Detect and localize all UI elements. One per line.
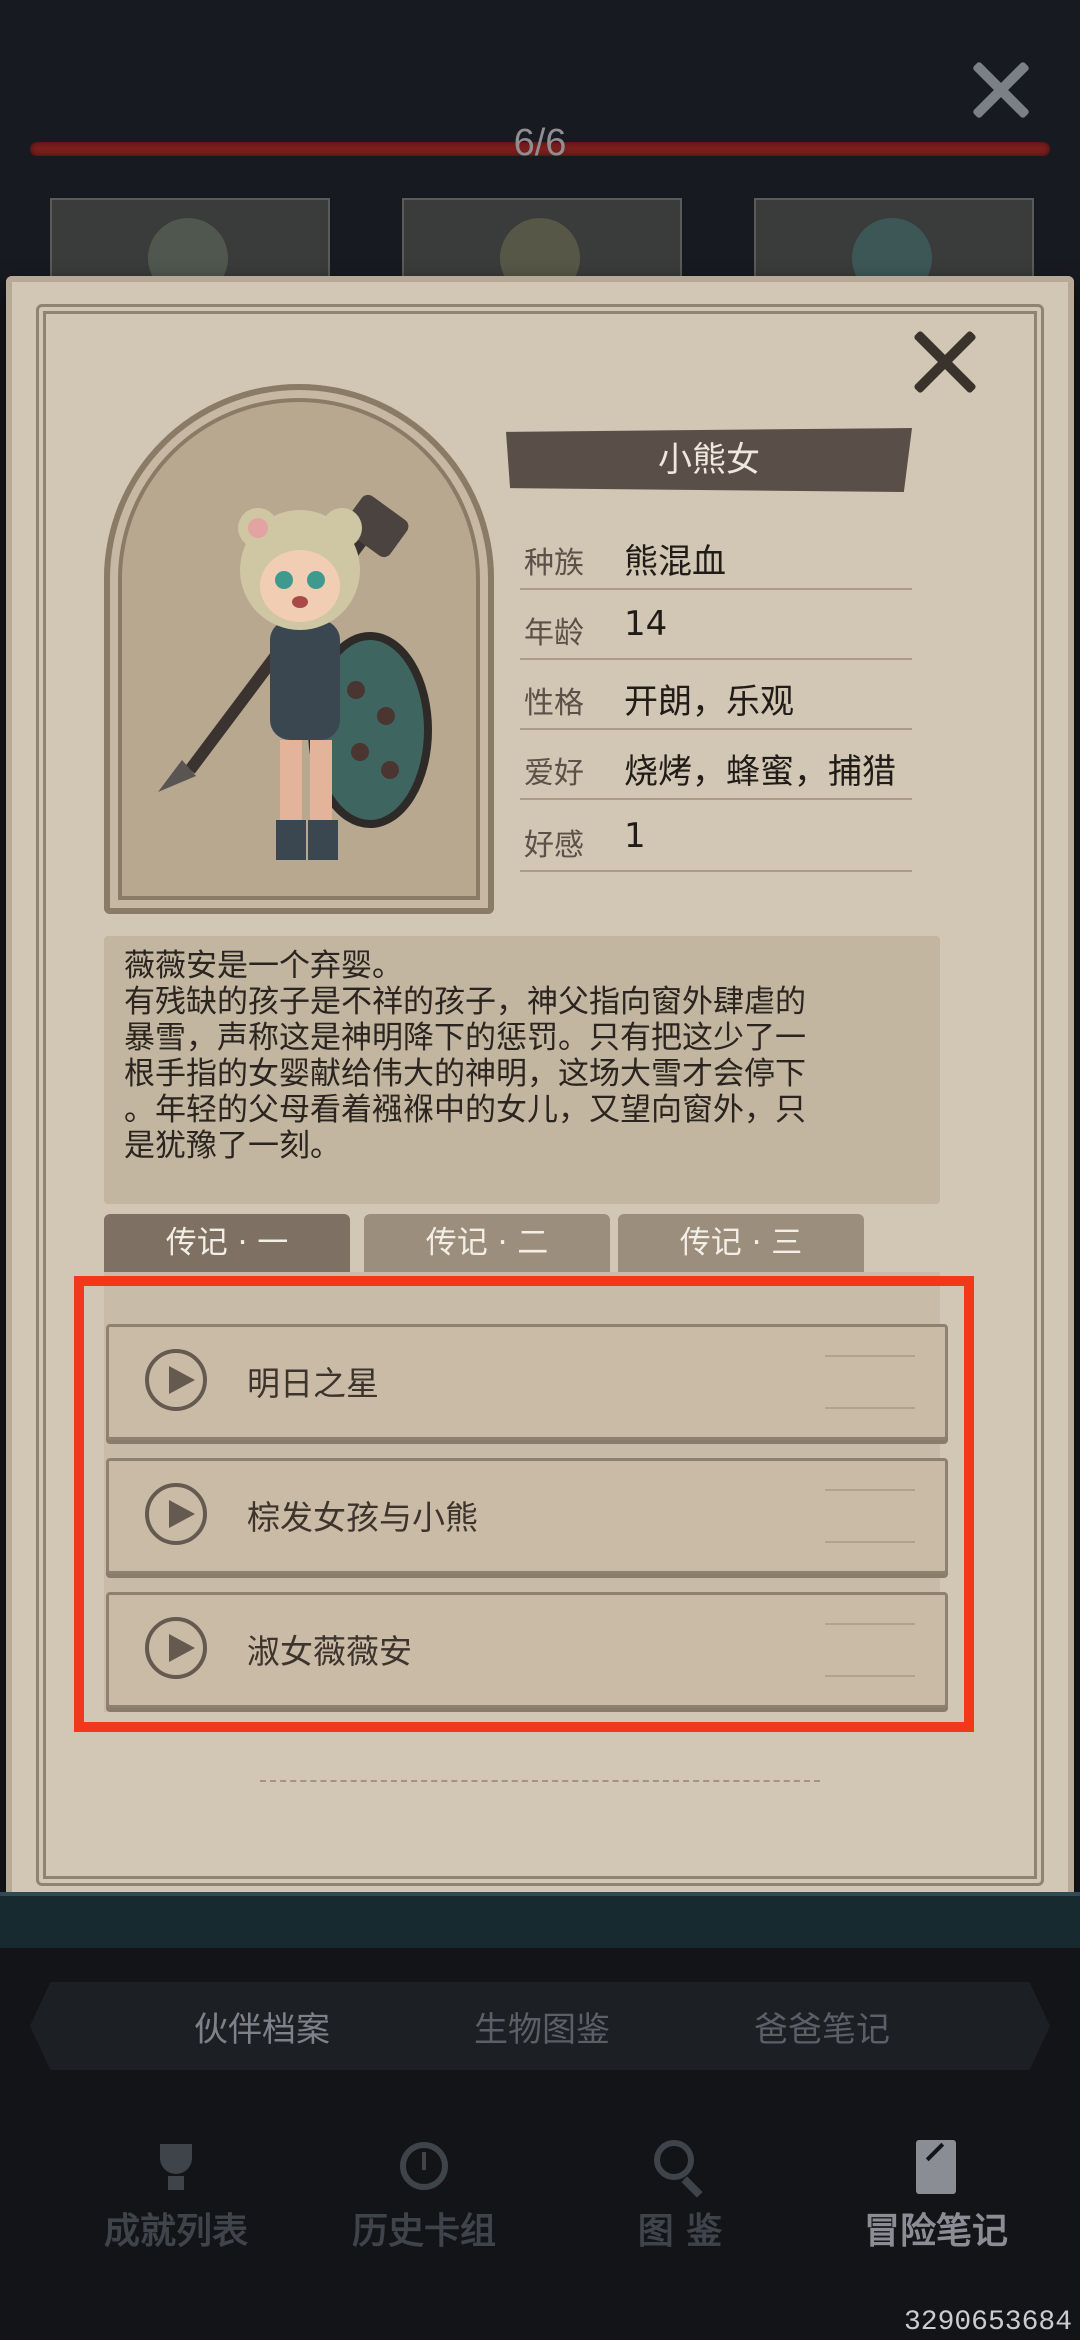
nav-adventure-notes[interactable]: 冒险笔记 [846, 2140, 1026, 2254]
tab-biography-3[interactable]: 传记 · 三 [618, 1214, 864, 1272]
nav-encyclopedia[interactable]: 图 鉴 [590, 2140, 770, 2254]
magnifier-icon [650, 2140, 710, 2198]
stat-value: 熊混血 [624, 542, 726, 582]
subtab-creature-guide[interactable]: 生物图鉴 [474, 2002, 610, 2051]
trophy-icon [146, 2140, 206, 2196]
notebook-icon [906, 2140, 966, 2196]
stat-row-personality: 性格 开朗，乐观 [520, 664, 912, 730]
watermark-id: 3290653684 [903, 2307, 1072, 2338]
book-base [0, 1892, 1080, 1952]
subtab-dad-notes[interactable]: 爸爸笔记 [754, 2002, 890, 2051]
stat-row-affection: 好感 1 [520, 806, 912, 872]
tab-biography-1[interactable]: 传记 · 一 [104, 1214, 350, 1272]
stat-value: 开朗，乐观 [624, 682, 794, 722]
nav-label: 冒险笔记 [863, 2211, 1008, 2252]
stat-row-hobby: 爱好 烧烤，蜂蜜，捕猎 [520, 734, 912, 800]
stat-label: 种族 [524, 546, 584, 581]
stat-value: 14 [624, 604, 668, 644]
story-text: 薇薇安是一个弃婴。 有残缺的孩子是不祥的孩子，神父指向窗外肆虐的 暴雪，声称这是… [124, 948, 806, 1164]
character-illustration [158, 494, 432, 860]
page-close-icon[interactable] [912, 328, 978, 394]
stat-label: 年龄 [524, 616, 584, 651]
subtab-partner-files[interactable]: 伙伴档案 [194, 2002, 330, 2051]
nav-achievements[interactable]: 成就列表 [86, 2140, 266, 2254]
stat-row-age: 年龄 14 [520, 594, 912, 660]
tab-biography-2[interactable]: 传记 · 二 [364, 1214, 610, 1272]
history-icon [394, 2140, 454, 2196]
highlight-box [74, 1276, 974, 1732]
nav-label: 历史卡组 [351, 2211, 496, 2252]
stat-label: 性格 [524, 686, 584, 721]
stat-value: 1 [624, 816, 646, 856]
stat-value: 烧烤，蜂蜜，捕猎 [624, 752, 896, 792]
stat-label: 爱好 [524, 756, 584, 791]
progress-count: 6/6 [513, 122, 567, 164]
nav-history-decks[interactable]: 历史卡组 [334, 2140, 514, 2254]
nav-label: 成就列表 [103, 2211, 248, 2252]
stat-label: 好感 [524, 828, 584, 863]
close-icon[interactable] [968, 60, 1028, 120]
character-name: 小熊女 [506, 428, 912, 492]
nav-label: 图 鉴 [637, 2211, 723, 2252]
divider [260, 1780, 820, 1782]
stat-row-race: 种族 熊混血 [520, 524, 912, 590]
